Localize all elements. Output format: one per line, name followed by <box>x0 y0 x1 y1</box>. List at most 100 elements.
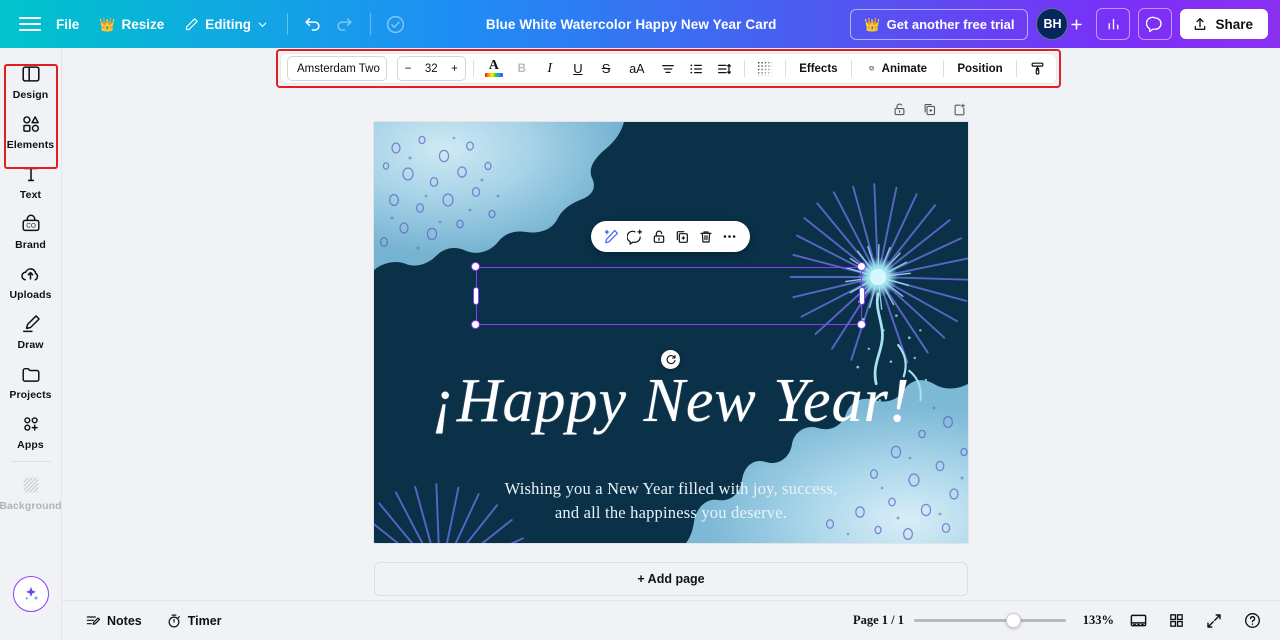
zoom-level[interactable]: 133% <box>1076 613 1114 628</box>
selection-handle-top-left[interactable] <box>471 262 480 271</box>
text-align-button[interactable] <box>655 56 681 82</box>
increase-font-size-button[interactable]: + <box>451 63 458 75</box>
redo-button[interactable] <box>329 8 361 40</box>
duplicate-page-button[interactable] <box>918 99 940 119</box>
rotate-handle-icon <box>666 354 676 364</box>
line-spacing-icon <box>717 63 731 74</box>
animate-circles-icon <box>869 65 875 71</box>
copy-style-button[interactable] <box>1024 56 1050 82</box>
comment-bubble-icon <box>1146 16 1163 33</box>
zoom-slider-knob[interactable] <box>1006 613 1021 628</box>
duplicate-icon <box>676 230 689 243</box>
toolbar-divider-3 <box>784 60 786 77</box>
cloud-save-status-button[interactable] <box>380 8 412 40</box>
timer-button[interactable]: Timer <box>157 608 231 634</box>
italic-button[interactable]: I <box>537 56 563 82</box>
sidebar-item-projects[interactable]: Projects <box>3 355 59 405</box>
lock-element-button[interactable] <box>648 226 670 248</box>
rotate-handle[interactable] <box>661 350 680 369</box>
magic-edit-button[interactable] <box>601 226 623 248</box>
top-bar-center-group: Blue White Watercolor Happy New Year Car… <box>412 12 850 37</box>
design-title[interactable]: Blue White Watercolor Happy New Year Car… <box>476 12 787 37</box>
get-free-trial-button[interactable]: 👑 Get another free trial <box>850 8 1029 40</box>
duplicate-element-button[interactable] <box>671 226 693 248</box>
selection-handle-bottom-right[interactable] <box>857 320 866 329</box>
add-collaborator-button[interactable] <box>1060 8 1092 40</box>
selection-handle-left-mid[interactable] <box>473 287 479 305</box>
selection-handle-bottom-left[interactable] <box>471 320 480 329</box>
editing-mode-button[interactable]: Editing <box>174 11 278 38</box>
undo-button[interactable] <box>297 8 329 40</box>
magic-studio-button[interactable] <box>13 576 49 612</box>
design-subtitle-line-1: Wishing you a New Year filled with joy, … <box>504 479 838 498</box>
add-page-bar[interactable]: + Add page <box>374 562 968 596</box>
more-options-button[interactable] <box>718 226 740 248</box>
toolbar-divider-6 <box>1016 60 1018 77</box>
position-button[interactable]: Position <box>951 56 1009 82</box>
undo-icon <box>305 17 321 31</box>
sidebar-item-label: Draw <box>17 339 44 351</box>
resize-button[interactable]: 👑 Resize <box>89 11 174 38</box>
bullet-list-button[interactable] <box>683 56 709 82</box>
underline-button[interactable]: U <box>565 56 591 82</box>
sidebar-item-brand[interactable]: CO Brand <box>3 205 59 255</box>
design-heading[interactable]: ¡Happy New Year! <box>374 370 968 432</box>
fullscreen-button[interactable] <box>1200 608 1228 634</box>
sidebar-item-apps[interactable]: Apps <box>3 405 59 455</box>
add-page-label: + Add page <box>637 572 705 586</box>
notes-button[interactable]: Notes <box>76 608 151 634</box>
bottom-bar: Notes Timer Page 1 / 1 133% <box>62 600 1280 640</box>
grid-view-icon <box>1169 614 1183 627</box>
design-subtitle[interactable]: Wishing you a New Year filled with joy, … <box>374 477 968 525</box>
top-bar-right-group: 👑 Get another free trial BH Share <box>850 8 1280 40</box>
delete-element-button[interactable] <box>695 226 717 248</box>
design-canvas[interactable]: ¡Happy New Year! Wishing you a New Year … <box>374 122 968 543</box>
timer-label: Timer <box>187 613 222 628</box>
zoom-slider-track <box>914 619 1066 622</box>
letter-case-button[interactable]: aA <box>621 56 653 82</box>
zoom-slider[interactable] <box>914 613 1066 629</box>
strikethrough-button[interactable]: S <box>593 56 619 82</box>
toolbar-divider-2 <box>369 13 371 35</box>
page-view-button[interactable] <box>1124 608 1152 634</box>
file-menu-button[interactable]: File <box>46 11 89 38</box>
sidebar-item-elements[interactable]: Elements <box>3 105 59 155</box>
share-button[interactable]: Share <box>1180 9 1268 39</box>
transparency-button[interactable] <box>752 56 778 82</box>
svg-text:CO: CO <box>26 223 36 230</box>
sidebar-item-draw[interactable]: Draw <box>3 305 59 355</box>
sidebar-item-label: Elements <box>6 139 55 151</box>
font-family-value: Amsterdam Two <box>297 62 380 75</box>
font-size-stepper[interactable]: − 32 + <box>396 56 466 81</box>
sidebar-item-uploads[interactable]: Uploads <box>3 255 59 305</box>
font-size-value[interactable]: 32 <box>425 63 438 75</box>
help-button[interactable] <box>1238 608 1266 634</box>
design-panel-icon <box>20 62 42 86</box>
sidebar-item-design[interactable]: Design <box>3 55 59 105</box>
decrease-font-size-button[interactable]: − <box>405 63 412 75</box>
effects-button[interactable]: Effects <box>792 56 844 82</box>
duplicate-page-icon <box>924 103 935 115</box>
sidebar-item-label: Text <box>19 189 42 201</box>
add-page-button[interactable] <box>948 99 970 119</box>
crown-icon: 👑 <box>864 16 881 32</box>
selection-handle-right-mid[interactable] <box>859 287 865 305</box>
add-comment-button[interactable] <box>624 226 646 248</box>
trash-icon <box>700 230 712 243</box>
line-spacing-button[interactable] <box>711 56 737 82</box>
selection-handle-top-right[interactable] <box>857 262 866 271</box>
main-menu-button[interactable] <box>14 8 46 40</box>
font-color-button[interactable]: A <box>481 56 507 82</box>
insights-button[interactable] <box>1096 8 1131 40</box>
grid-view-button[interactable] <box>1162 608 1190 634</box>
animate-button[interactable]: Animate <box>859 56 936 82</box>
lock-page-button[interactable] <box>888 99 910 119</box>
folder-icon <box>20 362 42 386</box>
top-bar-left-group: File 👑 Resize Editing <box>0 8 412 40</box>
bold-button[interactable]: B <box>509 56 535 82</box>
design-subtitle-line-2: and all the happiness you deserve. <box>554 503 788 522</box>
font-family-select[interactable]: Amsterdam Two <box>287 56 387 81</box>
sidebar-item-background[interactable]: Background <box>0 466 62 516</box>
sidebar-item-text[interactable]: Text <box>3 155 59 205</box>
comments-button[interactable] <box>1138 8 1173 40</box>
